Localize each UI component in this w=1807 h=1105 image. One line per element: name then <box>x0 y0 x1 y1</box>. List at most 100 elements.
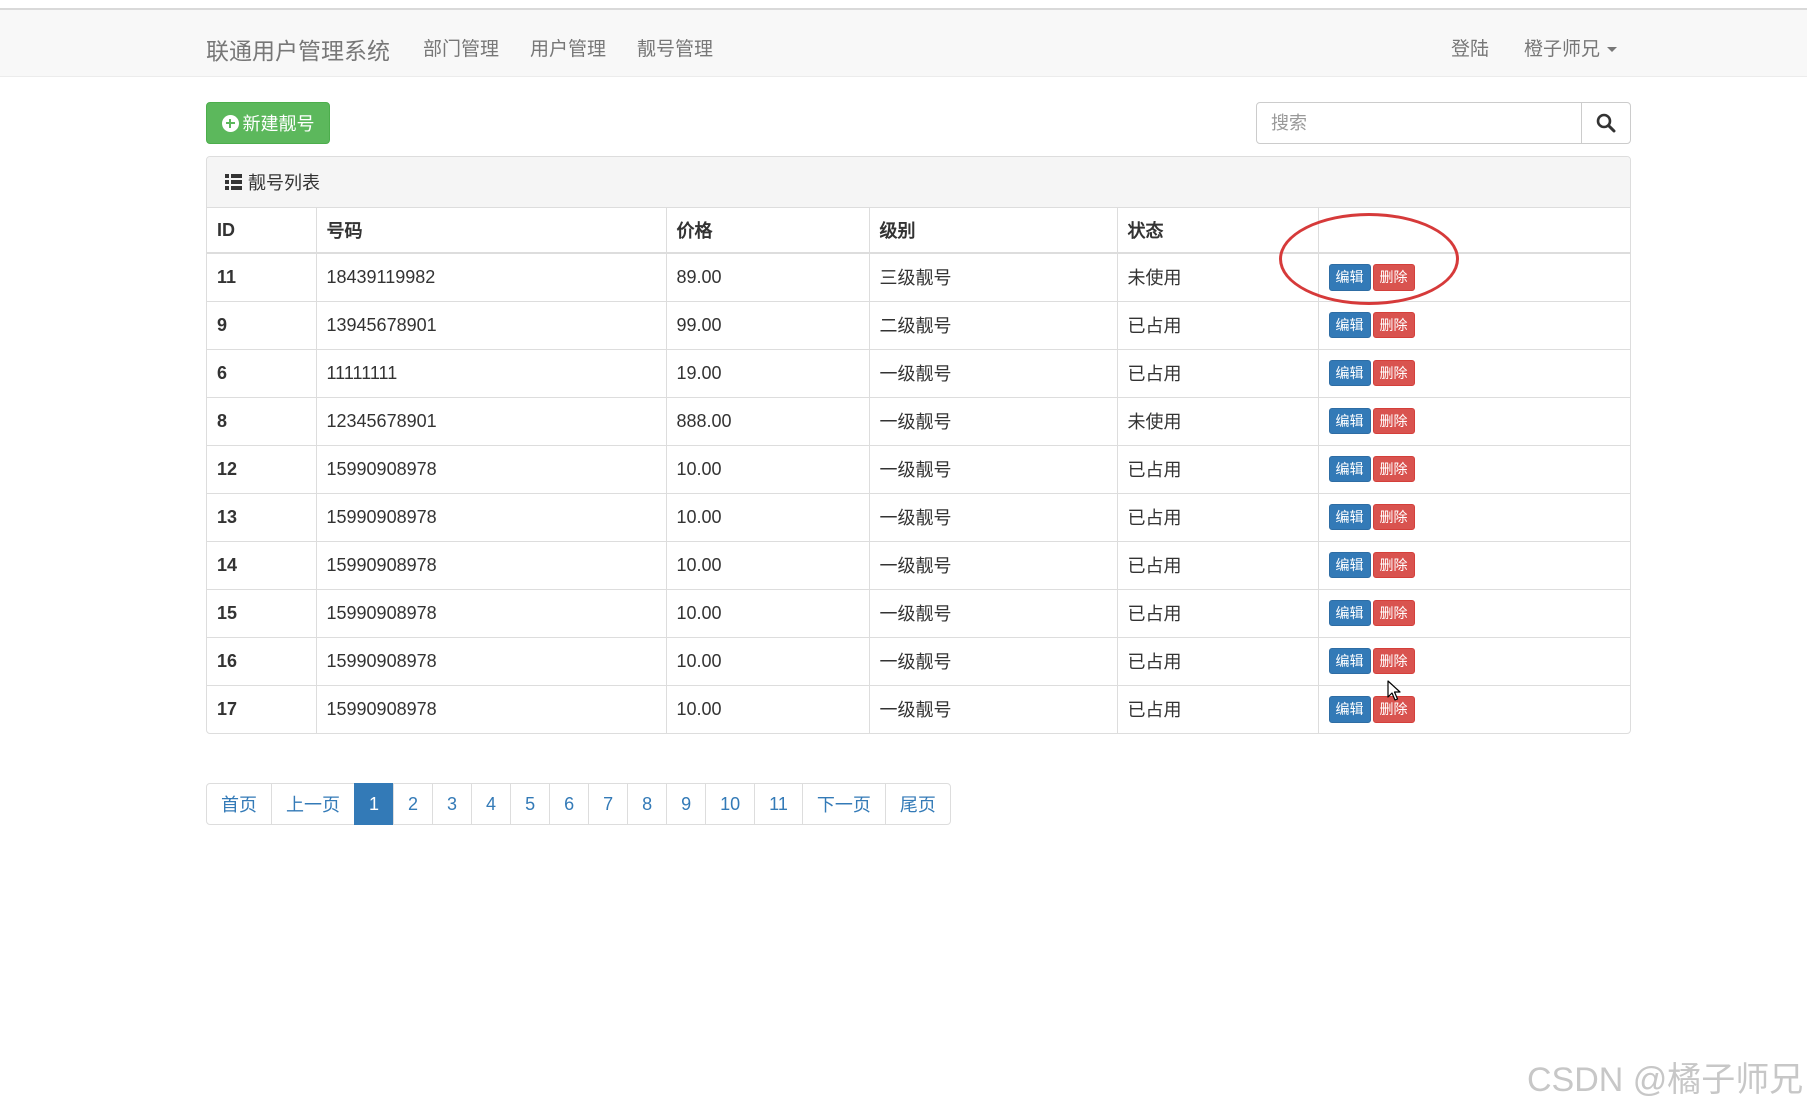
cell-mobile: 15990908978 <box>316 588 667 637</box>
column-header-id: ID <box>207 208 317 254</box>
user-menu[interactable]: 橙子师兄 <box>1524 34 1618 61</box>
edit-button[interactable]: 编辑 <box>1328 503 1371 531</box>
search-icon <box>1596 113 1616 133</box>
search-input[interactable] <box>1256 102 1582 144</box>
page-link[interactable]: 9 <box>666 783 707 825</box>
page-link[interactable]: 首页 <box>206 783 272 825</box>
delete-button[interactable]: 删除 <box>1372 599 1415 627</box>
delete-button[interactable]: 删除 <box>1372 455 1415 483</box>
column-header-mobile: 号码 <box>316 208 667 254</box>
cell-price: 10.00 <box>666 540 870 589</box>
cell-actions: 编辑 删除 <box>1318 540 1630 589</box>
cell-price: 99.00 <box>666 300 870 349</box>
cell-id: 15 <box>207 588 317 637</box>
cell-status: 已占用 <box>1117 588 1319 637</box>
delete-button[interactable]: 删除 <box>1372 551 1415 579</box>
table-row: 13 15990908978 10.00 一级靓号 已占用 编辑 删除 <box>207 492 1630 541</box>
cell-mobile: 15990908978 <box>316 684 667 733</box>
nav-link-login[interactable]: 登陆 <box>1451 34 1489 61</box>
cell-mobile: 12345678901 <box>316 396 667 445</box>
cell-price: 19.00 <box>666 348 870 397</box>
page-link[interactable]: 下一页 <box>801 783 886 825</box>
edit-button[interactable]: 编辑 <box>1328 647 1371 675</box>
page-link[interactable]: 2 <box>393 783 434 825</box>
column-header-level: 级别 <box>869 208 1118 254</box>
table-row: 15 15990908978 10.00 一级靓号 已占用 编辑 删除 <box>207 588 1630 637</box>
cell-status: 已占用 <box>1117 348 1319 397</box>
cell-actions: 编辑 删除 <box>1318 492 1630 541</box>
page-link[interactable]: 上一页 <box>271 783 355 825</box>
cell-actions: 编辑 删除 <box>1318 684 1630 733</box>
cell-id: 16 <box>207 636 317 685</box>
cell-status: 已占用 <box>1117 540 1319 589</box>
cell-id: 11 <box>207 253 317 301</box>
cell-mobile: 15990908978 <box>316 492 667 541</box>
cell-level: 一级靓号 <box>869 396 1118 445</box>
page-link[interactable]: 尾页 <box>884 783 951 825</box>
plus-circle-icon <box>221 114 239 132</box>
cell-level: 三级靓号 <box>869 253 1118 301</box>
cell-actions: 编辑 删除 <box>1318 348 1630 397</box>
cell-price: 10.00 <box>666 684 870 733</box>
page-link[interactable]: 3 <box>432 783 473 825</box>
panel-title: 靓号列表 <box>248 173 320 193</box>
edit-button[interactable]: 编辑 <box>1328 311 1371 339</box>
delete-button[interactable]: 删除 <box>1372 359 1415 387</box>
delete-button[interactable]: 删除 <box>1372 503 1415 531</box>
cell-status: 已占用 <box>1117 684 1319 733</box>
user-name: 橙子师兄 <box>1524 39 1601 60</box>
page-link[interactable]: 7 <box>588 783 629 825</box>
edit-button[interactable]: 编辑 <box>1328 695 1371 723</box>
cell-id: 14 <box>207 540 317 589</box>
cell-price: 888.00 <box>666 396 870 445</box>
page-link[interactable]: 10 <box>705 783 756 825</box>
watermark: CSDN @橘子师兄 <box>1527 1061 1804 1099</box>
delete-button[interactable]: 删除 <box>1372 311 1415 339</box>
cell-actions: 编辑 删除 <box>1318 444 1630 493</box>
page-link[interactable]: 8 <box>627 783 668 825</box>
table-row: 8 12345678901 888.00 一级靓号 未使用 编辑 删除 <box>207 396 1630 445</box>
cell-price: 10.00 <box>666 636 870 685</box>
table-row: 9 13945678901 99.00 二级靓号 已占用 编辑 删除 <box>207 300 1630 349</box>
table-row: 12 15990908978 10.00 一级靓号 已占用 编辑 删除 <box>207 444 1630 493</box>
cell-level: 一级靓号 <box>869 540 1118 589</box>
search-button[interactable] <box>1581 102 1631 144</box>
cell-level: 二级靓号 <box>869 300 1118 349</box>
edit-button[interactable]: 编辑 <box>1328 455 1371 483</box>
edit-button[interactable]: 编辑 <box>1328 407 1371 435</box>
page-link[interactable]: 4 <box>471 783 512 825</box>
cell-status: 未使用 <box>1117 396 1319 445</box>
table-row: 6 11111111 19.00 一级靓号 已占用 编辑 删除 <box>207 348 1630 397</box>
page-link[interactable]: 5 <box>510 783 551 825</box>
column-header-price: 价格 <box>666 208 870 254</box>
cell-status: 已占用 <box>1117 492 1319 541</box>
cell-price: 10.00 <box>666 588 870 637</box>
edit-button[interactable]: 编辑 <box>1328 551 1371 579</box>
cell-price: 10.00 <box>666 444 870 493</box>
cell-status: 已占用 <box>1117 636 1319 685</box>
list-icon <box>225 174 242 190</box>
new-number-button[interactable]: 新建靓号 <box>206 102 330 144</box>
cell-level: 一级靓号 <box>869 444 1118 493</box>
page-link[interactable]: 11 <box>754 783 803 825</box>
nav-link-users[interactable]: 用户管理 <box>530 34 606 61</box>
cell-actions: 编辑 删除 <box>1318 636 1630 685</box>
cell-id: 12 <box>207 444 317 493</box>
edit-button[interactable]: 编辑 <box>1328 359 1371 387</box>
nav-link-departments[interactable]: 部门管理 <box>423 34 499 61</box>
cell-level: 一级靓号 <box>869 588 1118 637</box>
edit-button[interactable]: 编辑 <box>1328 599 1371 627</box>
cell-mobile: 15990908978 <box>316 540 667 589</box>
panel-heading: 靓号列表 <box>207 157 1630 208</box>
delete-button[interactable]: 删除 <box>1372 407 1415 435</box>
delete-button[interactable]: 删除 <box>1372 647 1415 675</box>
page-link[interactable]: 6 <box>549 783 590 825</box>
mouse-cursor-icon <box>1387 680 1401 701</box>
cell-status: 已占用 <box>1117 444 1319 493</box>
pagination: 首页 上一页 1 2 3 4 5 6 7 8 9 10 11 下一页 尾页 <box>206 783 951 825</box>
cell-actions: 编辑 删除 <box>1318 300 1630 349</box>
cell-id: 9 <box>207 300 317 349</box>
page-link[interactable]: 1 <box>354 783 395 825</box>
brand-title[interactable]: 联通用户管理系统 <box>206 32 390 66</box>
nav-link-pretty-numbers[interactable]: 靓号管理 <box>637 34 713 61</box>
